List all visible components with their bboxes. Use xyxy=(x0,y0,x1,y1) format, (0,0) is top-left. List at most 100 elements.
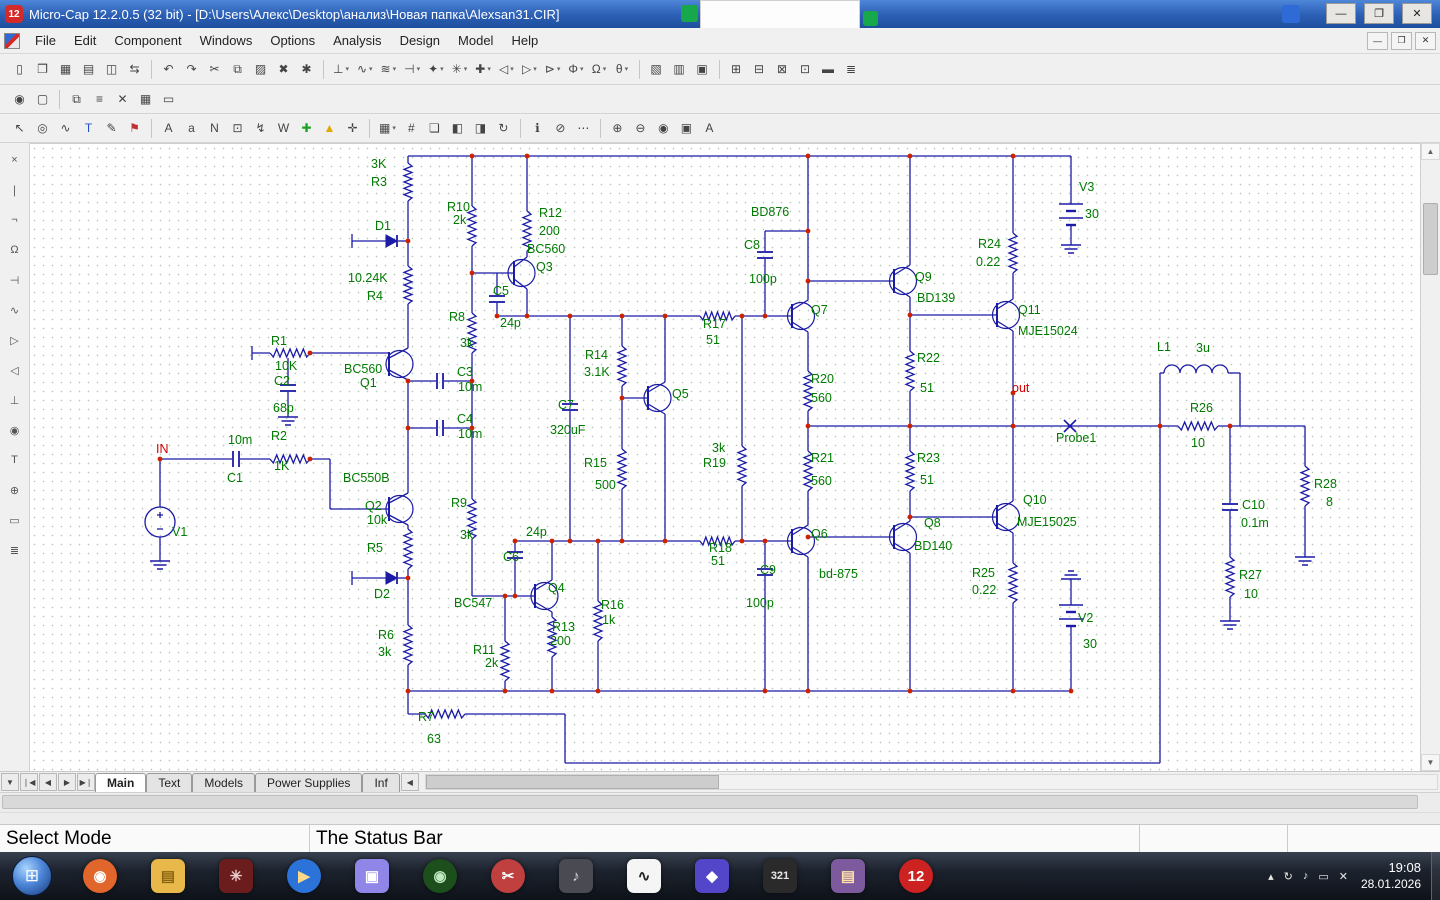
component-label[interactable]: R8 xyxy=(449,310,465,324)
resistor-symbol[interactable] xyxy=(1009,563,1017,603)
component-label[interactable]: R15 xyxy=(584,456,607,470)
resistor-symbol[interactable] xyxy=(404,163,412,201)
resistor-symbol[interactable] xyxy=(501,641,509,681)
tab-models[interactable]: Models xyxy=(192,773,255,792)
component-label[interactable]: 0.22 xyxy=(972,583,996,597)
app-notes-icon[interactable]: ▣ xyxy=(355,859,389,893)
tile-vertical-icon[interactable]: ⊟ xyxy=(749,59,770,80)
component-label[interactable]: 10 xyxy=(1191,436,1205,450)
attribute-text-icon[interactable]: A xyxy=(158,118,179,139)
component-label[interactable]: Q5 xyxy=(672,387,689,401)
component-label[interactable]: 8 xyxy=(1326,495,1333,509)
diode-symbol[interactable] xyxy=(386,235,397,247)
left-tool-13-icon[interactable]: ≣ xyxy=(4,539,26,561)
resistor-symbol[interactable] xyxy=(618,449,626,489)
app-green-tool-icon[interactable]: ◉ xyxy=(423,859,457,893)
minimize-button[interactable]: — xyxy=(1326,3,1356,24)
window-list-icon[interactable]: ≣ xyxy=(841,59,862,80)
component-label[interactable]: R16 xyxy=(601,598,624,612)
component-label[interactable]: BD140 xyxy=(914,539,952,553)
component-label[interactable]: 3K xyxy=(371,157,387,171)
component-label[interactable]: 100p xyxy=(749,272,777,286)
component-label[interactable]: Q9 xyxy=(915,270,932,284)
left-tool-12-icon[interactable]: ▭ xyxy=(4,509,26,531)
menu-options[interactable]: Options xyxy=(261,30,324,51)
component-label[interactable]: 63 xyxy=(427,732,441,746)
mdi-minimize-button[interactable]: — xyxy=(1367,32,1388,50)
ground-part-icon[interactable]: ⊥▾ xyxy=(330,59,352,80)
sine-source-icon[interactable]: ∿▾ xyxy=(354,59,376,80)
component-label[interactable]: R9 xyxy=(451,496,467,510)
cascade-windows-icon[interactable]: ⊞ xyxy=(726,59,747,80)
transistor-symbol[interactable] xyxy=(894,521,910,531)
menu-edit[interactable]: Edit xyxy=(65,30,105,51)
transistor-symbol[interactable] xyxy=(792,322,808,332)
component-label[interactable]: 100p xyxy=(746,596,774,610)
component-label[interactable]: R11 xyxy=(473,643,495,657)
left-tool-4-icon[interactable]: ⊣ xyxy=(4,269,26,291)
component-label[interactable]: 10K xyxy=(275,359,298,373)
browser-book-icon[interactable]: ▣ xyxy=(692,59,713,80)
component-label[interactable]: 10m xyxy=(228,433,252,447)
tray-icon-0[interactable]: ▴ xyxy=(1268,870,1274,883)
left-tool-1-icon[interactable]: ∣ xyxy=(4,179,26,201)
find-icon[interactable]: ✱ xyxy=(296,59,317,80)
mdi-close-button[interactable]: ✕ xyxy=(1415,32,1436,50)
component-label[interactable]: C7 xyxy=(558,398,574,412)
taskbar-clock[interactable]: 19:08 28.01.2026 xyxy=(1361,860,1421,891)
resistor-symbol[interactable] xyxy=(404,266,412,304)
component-label[interactable]: Q7 xyxy=(811,303,828,317)
redo-icon[interactable]: ↷ xyxy=(181,59,202,80)
component-label[interactable]: 68p xyxy=(273,401,294,415)
resistor-symbol[interactable] xyxy=(1009,233,1017,273)
component-label[interactable]: 2k xyxy=(485,656,499,670)
resistor-symbol[interactable] xyxy=(906,351,914,391)
component-label[interactable]: C6 xyxy=(503,550,519,564)
component-label[interactable]: Q2 xyxy=(365,499,382,513)
tab-nav-3[interactable]: ▶ xyxy=(58,773,76,791)
restore-button[interactable]: ❐ xyxy=(1364,3,1394,24)
component-label[interactable]: bd-875 xyxy=(819,567,858,581)
component-label[interactable]: 3k xyxy=(712,441,726,455)
power-display-icon[interactable]: W xyxy=(273,118,294,139)
scroll-up-arrow[interactable]: ▲ xyxy=(1421,143,1440,160)
left-tool-2-icon[interactable]: ¬ xyxy=(4,209,26,231)
component-label[interactable]: C2 xyxy=(274,374,290,388)
component-label[interactable]: Q11 xyxy=(1018,303,1041,317)
zoom-area-icon[interactable]: ◉ xyxy=(653,118,674,139)
transistor-symbol[interactable] xyxy=(894,287,910,297)
left-tool-6-icon[interactable]: ▷ xyxy=(4,329,26,351)
component-label[interactable]: 500 xyxy=(595,478,616,492)
component-label[interactable]: BC560 xyxy=(527,242,565,256)
app-media-player-icon[interactable]: ▶ xyxy=(287,859,321,893)
component-label[interactable]: 0.22 xyxy=(976,255,1000,269)
print-icon[interactable]: ▤ xyxy=(78,59,99,80)
world-icon[interactable]: ◉ xyxy=(9,89,30,110)
transistor-symbol[interactable] xyxy=(894,543,910,553)
transistor-symbol[interactable] xyxy=(792,547,808,557)
schematic-svg[interactable]: 3KR3D1R102kR12200BC560Q3BD876C8100pV330R… xyxy=(30,144,1420,772)
component-label[interactable]: R3 xyxy=(371,175,387,189)
left-tool-9-icon[interactable]: ◉ xyxy=(4,419,26,441)
new-file-icon[interactable]: ▯ xyxy=(9,59,30,80)
component-label[interactable]: R21 xyxy=(811,451,834,465)
diode-symbol[interactable] xyxy=(386,572,397,584)
link-nodes-icon[interactable]: ⧉ xyxy=(66,89,87,110)
component-label[interactable]: R4 xyxy=(367,289,383,303)
delete-icon[interactable]: ✖ xyxy=(273,59,294,80)
component-label[interactable]: 320uF xyxy=(550,423,586,437)
mdi-restore-button[interactable]: ❐ xyxy=(1391,32,1412,50)
app-winrar-icon[interactable]: ▤ xyxy=(831,859,865,893)
app-capture-icon[interactable]: ✂ xyxy=(491,859,525,893)
scroll-thumb[interactable] xyxy=(1423,203,1438,275)
component-label[interactable]: Q6 xyxy=(811,527,828,541)
transistor-symbol[interactable] xyxy=(514,279,527,289)
component-label[interactable]: 10m xyxy=(458,427,482,441)
checker-pattern-icon[interactable]: ▦ xyxy=(135,89,156,110)
resistor-symbol[interactable] xyxy=(404,529,412,569)
component-label[interactable]: 51 xyxy=(920,473,934,487)
menu-file[interactable]: File xyxy=(26,30,65,51)
resistor-symbol[interactable] xyxy=(1226,557,1234,597)
noise-part-icon[interactable]: ✳▾ xyxy=(449,59,471,80)
component-label[interactable]: Q3 xyxy=(536,260,553,274)
